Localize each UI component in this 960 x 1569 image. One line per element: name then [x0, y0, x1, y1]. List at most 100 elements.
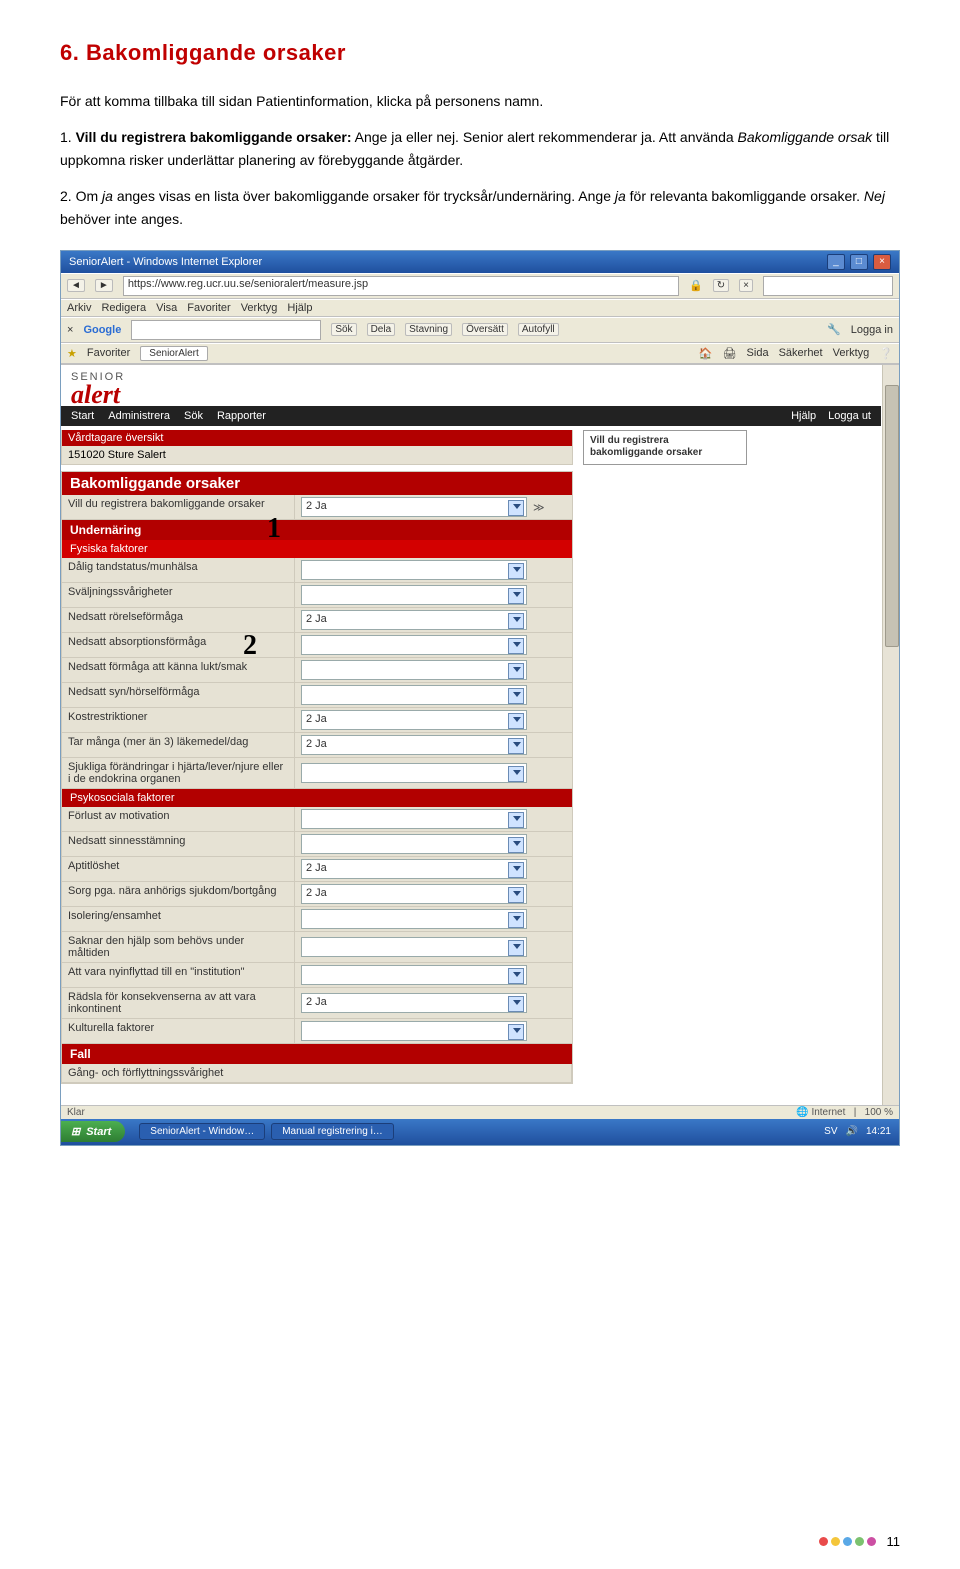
- row-select[interactable]: [301, 965, 527, 985]
- fav-tab[interactable]: SeniorAlert: [140, 346, 207, 361]
- menu-visa[interactable]: Visa: [156, 302, 177, 314]
- task-word[interactable]: Manual registrering i…: [271, 1123, 394, 1140]
- print-icon[interactable]: 🖨: [723, 347, 737, 360]
- menu-favoriter[interactable]: Favoriter: [187, 302, 230, 314]
- close-button[interactable]: ×: [873, 254, 891, 270]
- table-row: Förlust av motivation: [62, 807, 572, 832]
- subheader-fall: Fall: [62, 1044, 572, 1064]
- back-button[interactable]: ◄: [67, 279, 85, 292]
- row-select[interactable]: [301, 660, 527, 680]
- row-select[interactable]: [301, 560, 527, 580]
- row-label: Förlust av motivation: [62, 807, 295, 831]
- maximize-button[interactable]: □: [850, 254, 868, 270]
- tb-search[interactable]: Sök: [331, 323, 356, 336]
- side-line1: Vill du registrera: [590, 435, 740, 447]
- row-label: Tar många (mer än 3) läkemedel/dag: [62, 733, 295, 757]
- fav-sakerhet[interactable]: Säkerhet: [779, 347, 823, 359]
- window-title: SeniorAlert - Windows Internet Explorer: [69, 256, 262, 268]
- google-x[interactable]: ×: [67, 324, 73, 336]
- tb-translate[interactable]: Översätt: [462, 323, 508, 336]
- nav-hjalp[interactable]: Hjälp: [791, 410, 816, 422]
- window-titlebar: SeniorAlert - Windows Internet Explorer …: [61, 251, 899, 273]
- lock-icon: 🔒: [689, 279, 703, 292]
- refresh-button[interactable]: ↻: [713, 279, 729, 292]
- row-value-cell: [295, 932, 572, 962]
- fall-row-label: Gång- och förflyttningssvårighet: [62, 1064, 572, 1082]
- fav-sida[interactable]: Sida: [747, 347, 769, 359]
- row-select[interactable]: [301, 763, 527, 783]
- nav-start[interactable]: Start: [71, 410, 94, 422]
- browser-menubar: Arkiv Redigera Visa Favoriter Verktyg Hj…: [61, 299, 899, 317]
- row-label: Saknar den hjälp som behövs under måltid…: [62, 932, 295, 962]
- q-select-expand-icon[interactable]: ≫: [533, 501, 545, 514]
- row-label: Att vara nyinflyttad till en "institutio…: [62, 963, 295, 987]
- menu-hjalp[interactable]: Hjälp: [287, 302, 312, 314]
- scroll-thumb[interactable]: [885, 385, 899, 647]
- patient-name-link[interactable]: 151020 Sture Salert: [62, 446, 572, 464]
- step-2: 2. Om ja anges visas en lista över bakom…: [60, 185, 900, 230]
- row-select[interactable]: [301, 809, 527, 829]
- task-ie[interactable]: SeniorAlert - Window…: [139, 1123, 265, 1140]
- browser-statusbar: Klar 🌐 Internet | 100 %: [61, 1105, 899, 1119]
- row-select[interactable]: [301, 834, 527, 854]
- menu-redigera[interactable]: Redigera: [101, 302, 146, 314]
- row-select[interactable]: 2 Ja: [301, 735, 527, 755]
- tb-login[interactable]: Logga in: [851, 324, 893, 336]
- form-panel: Bakomliggande orsaker Vill du registrera…: [61, 471, 573, 1084]
- tray-sound-icon[interactable]: 🔊: [846, 1126, 858, 1137]
- menu-arkiv[interactable]: Arkiv: [67, 302, 91, 314]
- row-label: Nedsatt förmåga att känna lukt/smak: [62, 658, 295, 682]
- row-label: Nedsatt sinnesstämning: [62, 832, 295, 856]
- star-icon[interactable]: ★: [67, 347, 77, 360]
- table-row: Sjukliga förändringar i hjärta/lever/nju…: [62, 758, 572, 789]
- row-select[interactable]: [301, 909, 527, 929]
- row-select[interactable]: 2 Ja: [301, 610, 527, 630]
- help-icon[interactable]: ❔: [879, 347, 893, 360]
- table-row: Isolering/ensamhet: [62, 907, 572, 932]
- table-row: Rädsla för konsekvenserna av att vara in…: [62, 988, 572, 1019]
- row-select[interactable]: [301, 635, 527, 655]
- row-select[interactable]: [301, 937, 527, 957]
- nav-administrera[interactable]: Administrera: [108, 410, 170, 422]
- scrollbar[interactable]: [882, 365, 899, 1105]
- table-row: Att vara nyinflyttad till en "institutio…: [62, 963, 572, 988]
- tb-autofill[interactable]: Autofyll: [518, 323, 559, 336]
- row-label: Rädsla för konsekvenserna av att vara in…: [62, 988, 295, 1018]
- row-value-cell: [295, 1019, 572, 1043]
- tb-spell[interactable]: Stavning: [405, 323, 452, 336]
- home-icon[interactable]: 🏠: [699, 347, 713, 360]
- row-select[interactable]: 2 Ja: [301, 993, 527, 1013]
- tb-share[interactable]: Dela: [367, 323, 396, 336]
- tray-lang[interactable]: SV: [824, 1126, 837, 1137]
- fwd-button[interactable]: ►: [95, 279, 113, 292]
- google-search-input[interactable]: [131, 320, 321, 340]
- search-box[interactable]: [763, 276, 893, 296]
- step1-rest: Ange ja eller nej. Senior alert rekommen…: [352, 129, 738, 145]
- row-label: Sorg pga. nära anhörigs sjukdom/bortgång: [62, 882, 295, 906]
- minimize-button[interactable]: _: [827, 254, 845, 270]
- row-value-cell: 2 Ja: [295, 708, 572, 732]
- q-select[interactable]: 2 Ja: [301, 497, 527, 517]
- start-button[interactable]: ⊞ Start: [61, 1121, 125, 1142]
- favorites-bar: ★ Favoriter SeniorAlert 🏠 🖨 Sida Säkerhe…: [61, 343, 899, 364]
- url-field[interactable]: https://www.reg.ucr.uu.se/senioralert/me…: [123, 276, 679, 296]
- tb-wrench-icon[interactable]: 🔧: [827, 323, 841, 336]
- row-select[interactable]: [301, 685, 527, 705]
- zoom-label[interactable]: 100 %: [865, 1107, 893, 1118]
- nav-loggaut[interactable]: Logga ut: [828, 410, 871, 422]
- row-select[interactable]: 2 Ja: [301, 859, 527, 879]
- google-logo: Google: [83, 324, 121, 336]
- logo-alert-text: alert: [71, 383, 871, 406]
- row-select[interactable]: [301, 1021, 527, 1041]
- stop-button[interactable]: ×: [739, 279, 753, 292]
- nav-rapporter[interactable]: Rapporter: [217, 410, 266, 422]
- menu-verktyg[interactable]: Verktyg: [241, 302, 278, 314]
- fav-label: Favoriter: [87, 347, 130, 359]
- nav-sok[interactable]: Sök: [184, 410, 203, 422]
- side-line2: bakomliggande orsaker: [590, 447, 740, 459]
- fav-verktyg[interactable]: Verktyg: [833, 347, 870, 359]
- row-select[interactable]: 2 Ja: [301, 884, 527, 904]
- row-select[interactable]: [301, 585, 527, 605]
- row-label: Kulturella faktorer: [62, 1019, 295, 1043]
- row-select[interactable]: 2 Ja: [301, 710, 527, 730]
